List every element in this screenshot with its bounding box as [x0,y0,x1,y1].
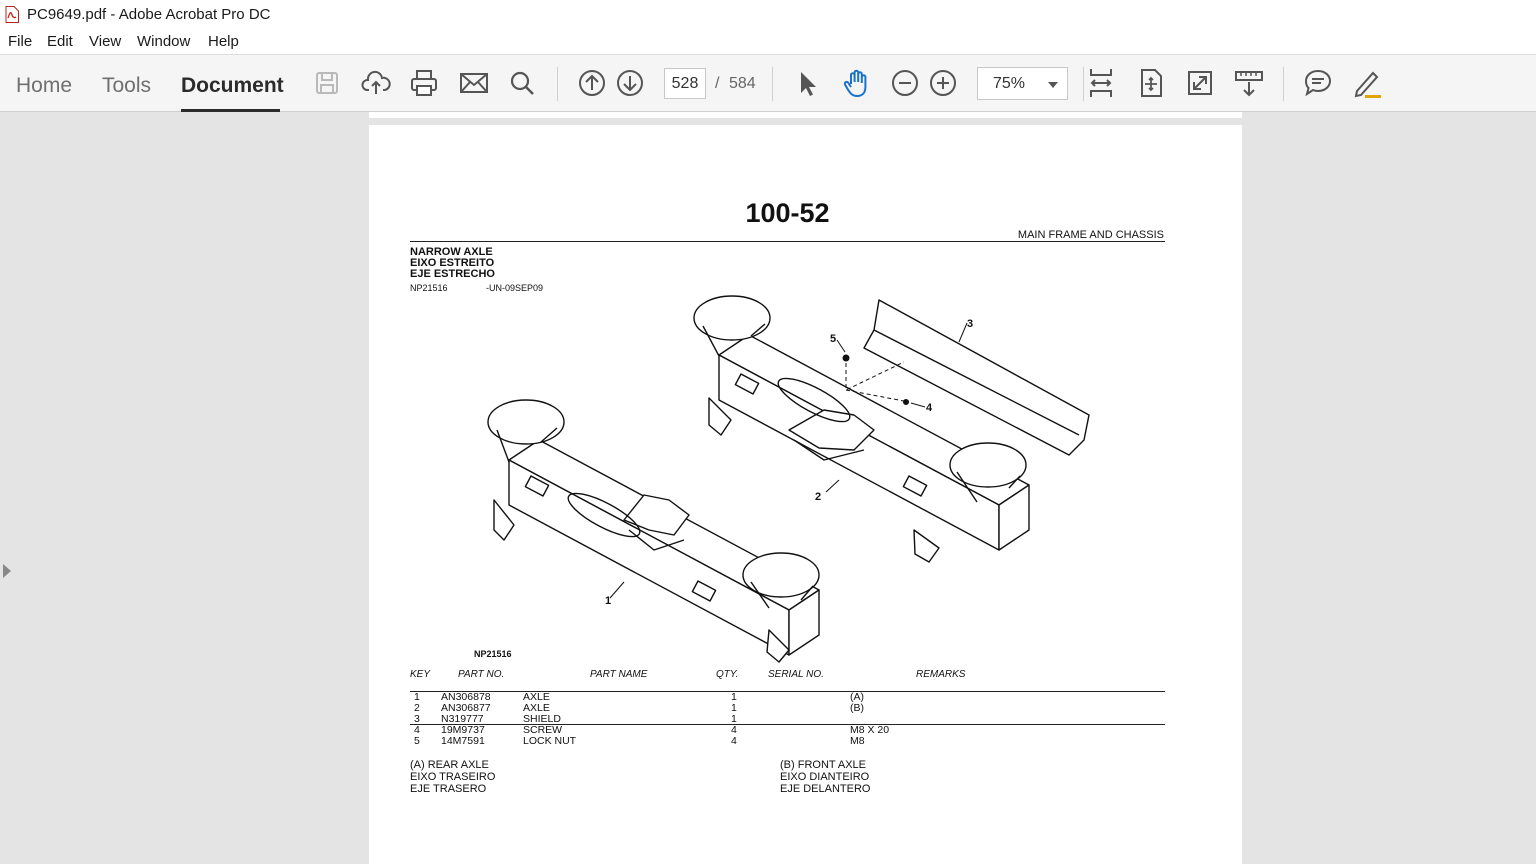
row-remarks: M8 [850,735,865,747]
chevron-down-icon[interactable] [1048,82,1058,88]
menu-view[interactable]: View [89,33,121,50]
comment-icon[interactable] [1302,67,1334,99]
menu-window[interactable]: Window [137,33,190,50]
column-qty: QTY. [716,669,739,680]
hand-icon[interactable] [840,67,872,99]
row-remarks: (B) [850,702,864,714]
page-heading-number: 100-52 [369,198,1242,229]
zoom-in-icon[interactable] [927,67,959,99]
toolbar-separator [772,67,773,101]
figure-reference-id: NP21516 [410,283,448,293]
row-qty: 4 [731,735,737,747]
fullscreen-icon[interactable] [1184,67,1216,99]
active-tab-indicator [181,109,280,112]
note-a-line: EJE TRASERO [410,783,487,795]
note-b-line: (B) FRONT AXLE [780,759,866,771]
zoom-select[interactable]: 75% [977,67,1068,100]
cloud-upload-icon[interactable] [360,67,392,99]
zoom-out-icon[interactable] [889,67,921,99]
callout-5: 5 [830,333,836,345]
menu-help[interactable]: Help [208,33,239,50]
row-key: 5 [414,735,420,747]
save-icon[interactable] [311,67,343,99]
note-b-line: EIXO DIANTEIRO [780,771,870,783]
fit-page-icon[interactable] [1135,67,1167,99]
page-separator: / [715,75,720,92]
page-up-icon[interactable] [576,67,608,99]
pen-icon[interactable] [1351,67,1383,99]
callout-2: 2 [815,491,821,503]
title-bar: PC9649.pdf - Adobe Acrobat Pro DC [0,0,1536,30]
window-title: PC9649.pdf - Adobe Acrobat Pro DC [27,6,271,23]
tab-home[interactable]: Home [16,74,72,98]
figure-label: NP21516 [474,649,512,659]
page-number-text: 100-52 [745,198,830,228]
toolbar: Home Tools Document / 584 75% [0,54,1536,112]
mail-icon[interactable] [458,67,490,99]
section-title: MAIN FRAME AND CHASSIS [1017,229,1164,241]
scroll-mode-icon[interactable] [1233,67,1265,99]
toolbar-separator [1083,67,1084,101]
row-part-no: 14M7591 [441,735,485,747]
axle-exploded-diagram: 1 2 3 5 4 [487,295,1090,663]
toolbar-separator [1283,67,1284,101]
tab-document[interactable]: Document [181,74,284,98]
note-a-line: EIXO TRASEIRO [410,771,496,783]
menu-bar: File Edit View Window Help [0,30,1536,54]
callout-4: 4 [926,402,933,414]
header-rule [410,241,1165,242]
column-remarks: REMARKS [916,669,966,680]
expand-panel-icon[interactable] [3,564,11,578]
search-icon[interactable] [506,67,538,99]
select-cursor-icon[interactable] [791,67,823,99]
note-a-line: (A) REAR AXLE [410,759,489,771]
document-page: 100-52 MAIN FRAME AND CHASSIS NARROW AXL… [369,125,1242,864]
zoom-value: 75% [993,75,1026,92]
callout-1: 1 [605,595,611,607]
pdf-file-icon [5,6,19,23]
page-number-input[interactable] [664,68,706,99]
column-key: KEY [410,669,431,680]
heading-line: EJE ESTRECHO [410,268,495,280]
page-total: 584 [729,75,756,92]
tab-tools[interactable]: Tools [102,74,151,98]
fit-width-icon[interactable] [1085,67,1117,99]
column-part-no: PART NO. [458,669,505,680]
page-down-icon[interactable] [614,67,646,99]
previous-page-edge [369,112,1242,118]
row-part-name: LOCK NUT [523,735,577,747]
menu-file[interactable]: File [8,33,32,50]
note-b-line: EJE DELANTERO [780,783,871,795]
print-icon[interactable] [408,67,440,99]
toolbar-separator [557,67,558,101]
menu-edit[interactable]: Edit [47,33,73,50]
column-serial-no: SERIAL NO. [768,669,824,680]
column-part-name: PART NAME [590,669,648,680]
callout-3: 3 [967,318,973,330]
